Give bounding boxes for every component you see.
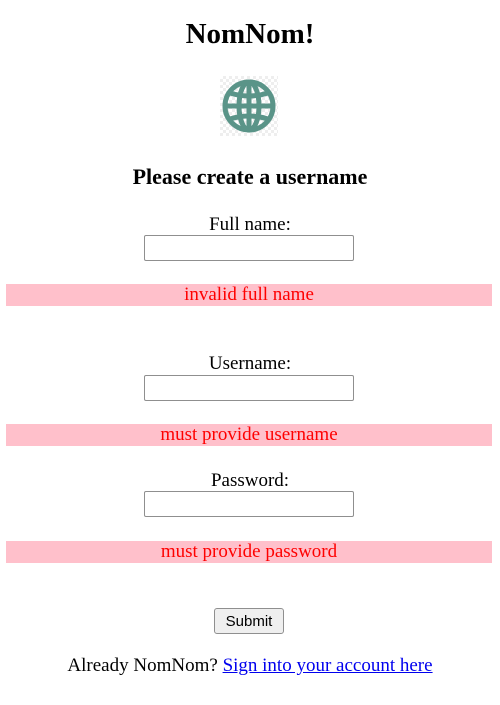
logo — [220, 76, 278, 136]
username-label: Username: — [208, 353, 292, 374]
sign-in-prompt: Already NomNom? — [67, 655, 218, 676]
password-field[interactable] — [144, 491, 354, 517]
username-field[interactable] — [144, 375, 354, 401]
username-error: must provide username — [6, 424, 492, 446]
app-title: NomNom! — [185, 18, 315, 50]
sign-in-link[interactable]: Sign into your account here — [223, 655, 433, 676]
full-name-error: invalid full name — [6, 284, 492, 306]
footer: Already NomNom? Sign into your account h… — [0, 654, 500, 678]
submit-button[interactable]: Submit — [214, 608, 284, 634]
form-heading: Please create a username — [132, 164, 368, 189]
full-name-field[interactable] — [144, 235, 354, 261]
full-name-label: Full name: — [209, 214, 291, 235]
globe-icon — [222, 79, 276, 133]
password-label: Password: — [210, 470, 290, 491]
password-error: must provide password — [6, 541, 492, 563]
